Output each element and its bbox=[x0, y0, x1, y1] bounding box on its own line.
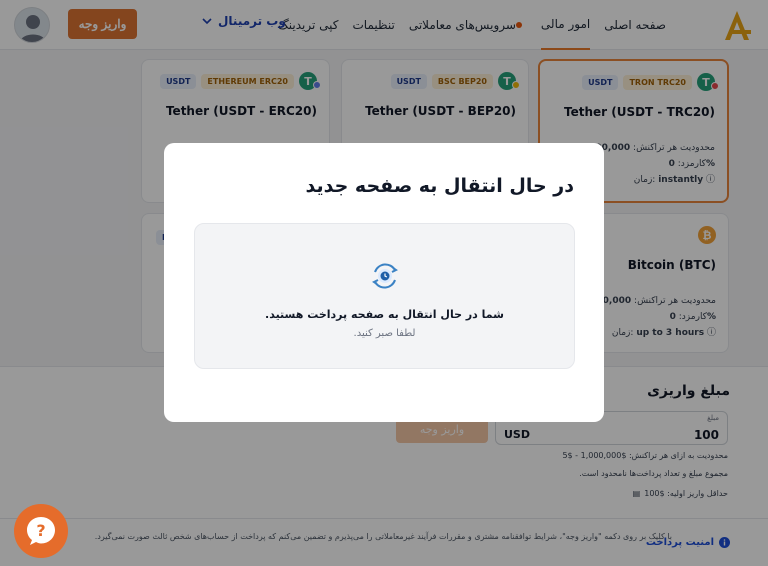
question-icon: ? bbox=[27, 517, 55, 545]
redirect-message: شما در حال انتقال به صفحه پرداخت هستید. bbox=[265, 308, 504, 321]
modal-title: در حال انتقال به صفحه جدید bbox=[305, 175, 574, 197]
help-chat-button[interactable]: ? bbox=[14, 504, 68, 558]
svg-text:?: ? bbox=[36, 521, 45, 540]
redirect-status-box: شما در حال انتقال به صفحه پرداخت هستید. … bbox=[194, 223, 575, 369]
redirect-modal: در حال انتقال به صفحه جدید شما در حال ان… bbox=[164, 143, 604, 422]
loading-spinner-icon bbox=[372, 263, 398, 289]
wait-message: لطفا صبر کنید. bbox=[353, 328, 416, 339]
